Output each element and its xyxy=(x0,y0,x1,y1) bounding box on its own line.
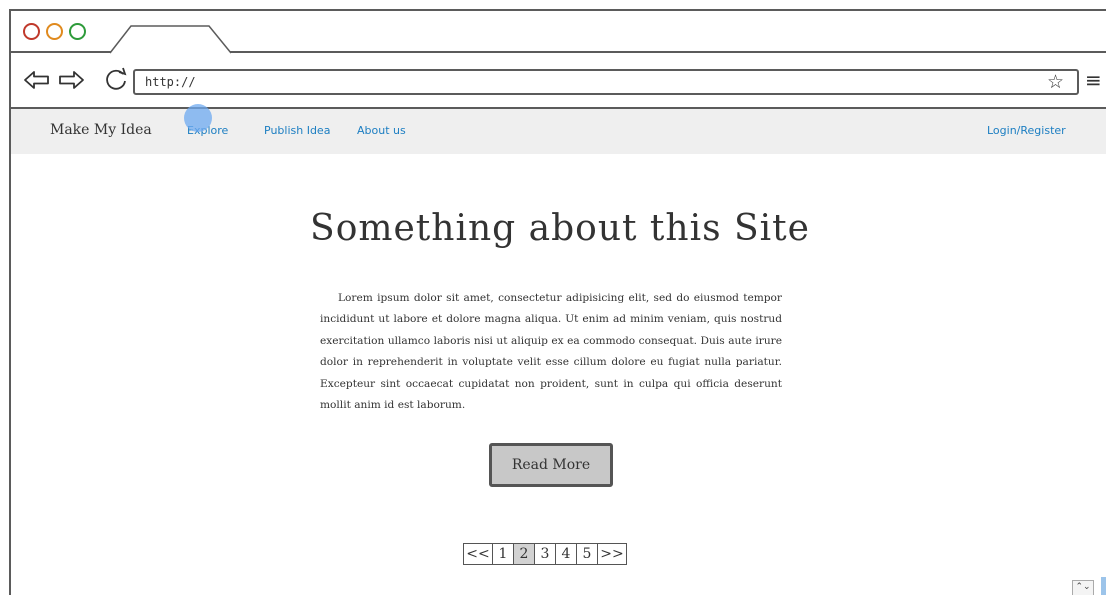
back-arrow-icon[interactable] xyxy=(23,69,51,91)
page-heading: Something about this Site xyxy=(310,208,810,249)
maximize-window-icon[interactable] xyxy=(69,23,86,40)
close-window-icon[interactable] xyxy=(23,23,40,40)
site-brand[interactable]: Make My Idea xyxy=(50,122,152,138)
pagination-first[interactable]: << xyxy=(463,543,493,565)
browser-tab[interactable] xyxy=(109,24,241,54)
pagination-page-2[interactable]: 2 xyxy=(513,543,535,565)
pagination-page-5[interactable]: 5 xyxy=(576,543,598,565)
bookmark-star-icon[interactable]: ☆ xyxy=(1047,72,1064,92)
nav-link-about-us[interactable]: About us xyxy=(357,124,406,137)
click-highlight xyxy=(184,104,212,132)
resize-indicator xyxy=(1101,577,1106,595)
pagination-page-1[interactable]: 1 xyxy=(492,543,514,565)
url-input[interactable]: http:// xyxy=(133,69,1079,95)
address-bar: http:// ☆ ≡ xyxy=(11,53,1106,109)
pagination-page-4[interactable]: 4 xyxy=(555,543,577,565)
pagination: << 1 2 3 4 5 >> xyxy=(463,543,627,565)
read-more-button[interactable]: Read More xyxy=(489,443,613,487)
forward-arrow-icon[interactable] xyxy=(57,69,85,91)
about-paragraph: Lorem ipsum dolor sit amet, consectetur … xyxy=(320,292,782,412)
minimize-window-icon[interactable] xyxy=(46,23,63,40)
browser-menu-icon[interactable]: ≡ xyxy=(1085,70,1102,90)
reload-icon[interactable] xyxy=(103,66,129,92)
login-register-link[interactable]: Login/Register xyxy=(987,124,1066,137)
pagination-last[interactable]: >> xyxy=(597,543,627,565)
title-bar xyxy=(11,11,1106,54)
resize-handle-icon[interactable]: ⌃⌄ xyxy=(1072,580,1094,595)
pagination-page-3[interactable]: 3 xyxy=(534,543,556,565)
nav-link-publish-idea[interactable]: Publish Idea xyxy=(264,124,330,137)
site-navbar: Make My Idea Explore Publish Idea About … xyxy=(11,109,1106,154)
